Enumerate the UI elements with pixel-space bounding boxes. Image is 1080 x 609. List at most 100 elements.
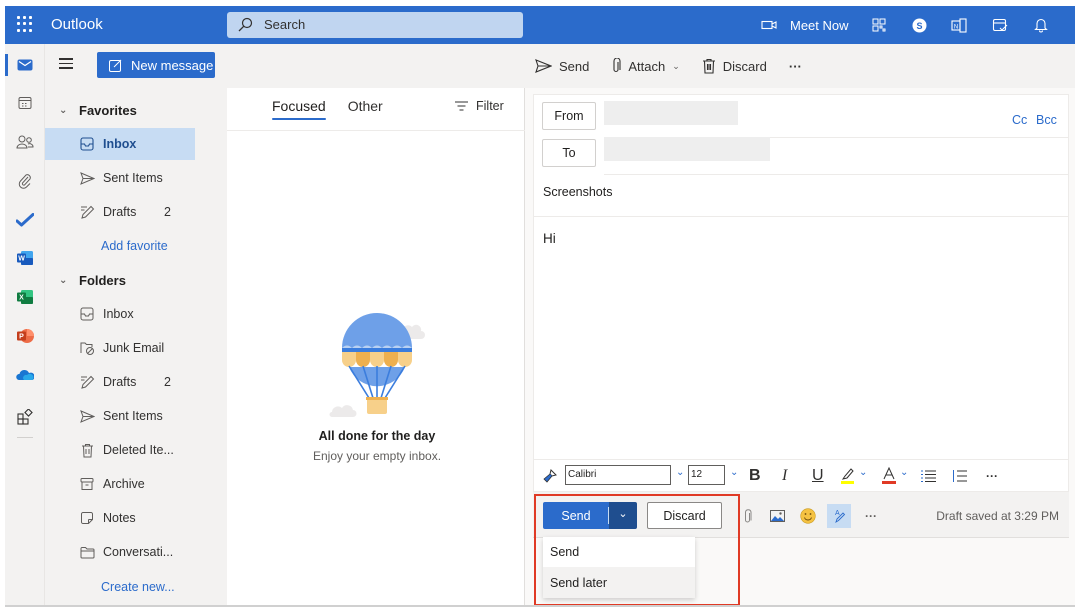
draft-status: Draft saved at 3:29 PM: [936, 509, 1059, 523]
folder-inbox[interactable]: Inbox: [45, 298, 195, 330]
from-field[interactable]: [604, 101, 738, 125]
folder-notes[interactable]: Notes: [45, 502, 195, 534]
waffle-icon[interactable]: [17, 16, 33, 32]
video-camera-icon[interactable]: [760, 16, 778, 34]
attach-file-icon[interactable]: [735, 504, 759, 528]
unread-count: 2: [164, 205, 171, 219]
add-favorite-link[interactable]: Add favorite: [101, 239, 168, 253]
empty-subtitle: Enjoy your empty inbox.: [312, 449, 442, 463]
drafts-pencil-icon: [79, 374, 95, 390]
folders-header[interactable]: ⌄ Folders: [59, 273, 126, 288]
mail-icon[interactable]: [14, 54, 36, 76]
skype-icon[interactable]: S: [910, 16, 928, 34]
menu-item-send[interactable]: Send: [543, 537, 695, 567]
send-toolbar-label: Send: [559, 58, 590, 74]
powerpoint-icon[interactable]: P: [14, 325, 36, 347]
send-options-dropdown[interactable]: ⌄: [609, 502, 637, 529]
todo-check-icon[interactable]: [14, 209, 36, 231]
people-icon[interactable]: [14, 131, 36, 153]
excel-icon[interactable]: X: [14, 286, 36, 308]
send-toolbar-button[interactable]: Send: [535, 59, 589, 74]
app-title[interactable]: Outlook: [51, 16, 103, 33]
folder-label: Inbox: [103, 307, 134, 321]
onenote-feed-icon[interactable]: N: [950, 16, 968, 34]
hamburger-menu-icon[interactable]: [59, 58, 73, 70]
calendar-icon[interactable]: [14, 92, 36, 114]
my-day-icon[interactable]: [991, 16, 1009, 34]
from-button[interactable]: From: [542, 102, 596, 130]
chevron-down-icon[interactable]: ⌄: [730, 467, 738, 478]
meet-now-button[interactable]: Meet Now: [790, 6, 849, 44]
discard-toolbar-button[interactable]: Discard: [702, 58, 767, 74]
folder-conversation-history[interactable]: Conversati...: [45, 536, 195, 568]
chevron-down-icon[interactable]: ⌄: [676, 467, 684, 478]
message-list: Focused Other Filter All done for the da…: [227, 88, 525, 605]
word-icon[interactable]: W: [14, 247, 36, 269]
folder-archive[interactable]: Archive: [45, 468, 195, 500]
favorite-sent-items[interactable]: Sent Items: [45, 162, 195, 194]
attachment-files-icon[interactable]: [14, 170, 36, 192]
paperclip-icon: [613, 58, 621, 73]
folder-label: Sent Items: [103, 171, 163, 185]
outlook-window: Outlook Search Meet Now S N W X P New me…: [5, 6, 1075, 607]
junk-icon: [79, 340, 95, 356]
message-body[interactable]: Hi: [543, 231, 556, 246]
more-send-options-button[interactable]: ···: [859, 504, 883, 528]
trash-icon: [702, 58, 715, 74]
folder-junk-email[interactable]: Junk Email: [45, 332, 195, 364]
chevron-down-icon[interactable]: ⌄: [900, 467, 908, 478]
font-name-select[interactable]: Calibri: [565, 465, 671, 485]
folder-drafts[interactable]: Drafts 2: [45, 366, 195, 398]
tab-focused[interactable]: Focused: [272, 98, 326, 120]
format-painter-icon[interactable]: [542, 466, 558, 486]
notes-icon: [79, 510, 95, 526]
numbering-icon[interactable]: [952, 466, 967, 486]
favorite-drafts[interactable]: Drafts 2: [45, 196, 195, 228]
onedrive-icon[interactable]: [14, 364, 36, 386]
qr-code-icon[interactable]: [870, 16, 888, 34]
discard-button[interactable]: Discard: [647, 502, 722, 529]
italic-button[interactable]: I: [782, 466, 787, 486]
app-rail: W X P: [5, 44, 45, 605]
filter-button[interactable]: Filter: [455, 99, 504, 113]
subject-field[interactable]: Screenshots: [543, 185, 612, 199]
underline-button[interactable]: U: [812, 466, 824, 486]
more-formatting-button[interactable]: ···: [986, 466, 998, 486]
chevron-down-icon[interactable]: ⌄: [859, 467, 867, 478]
folder-deleted-items[interactable]: Deleted Ite...: [45, 434, 195, 466]
more-options-button[interactable]: ···: [789, 59, 802, 74]
tab-other[interactable]: Other: [348, 98, 383, 120]
bold-button[interactable]: B: [749, 466, 761, 486]
search-input[interactable]: Search: [227, 12, 523, 38]
to-button[interactable]: To: [542, 139, 596, 167]
insert-picture-icon[interactable]: [765, 504, 789, 528]
svg-text:S: S: [916, 21, 922, 31]
emoji-icon[interactable]: [796, 504, 820, 528]
notification-bell-icon[interactable]: [1032, 16, 1050, 34]
new-message-button[interactable]: New message: [97, 52, 215, 78]
highlight-icon[interactable]: [840, 466, 856, 486]
hot-air-balloon-illustration: [329, 313, 425, 417]
bcc-button[interactable]: Bcc: [1036, 113, 1057, 127]
send-button[interactable]: Send: [543, 502, 609, 529]
send-options-menu: Send Send later: [543, 537, 695, 598]
favorites-header[interactable]: ⌄ Favorites: [59, 103, 137, 118]
favorite-inbox[interactable]: Inbox: [45, 128, 195, 160]
create-new-folder-link[interactable]: Create new...: [101, 580, 175, 594]
attach-toolbar-button[interactable]: Attach ⌄: [611, 58, 680, 74]
font-size-select[interactable]: 12: [688, 465, 725, 485]
folder-label: Junk Email: [103, 341, 165, 355]
font-color-icon[interactable]: [882, 466, 896, 486]
to-field[interactable]: [604, 137, 770, 161]
folder-label: Notes: [103, 511, 136, 525]
cc-button[interactable]: Cc: [1012, 113, 1027, 127]
folder-label: Sent Items: [103, 409, 163, 423]
folder-label: Conversati...: [103, 545, 174, 559]
bullets-icon[interactable]: [921, 466, 936, 486]
inbox-icon: [79, 136, 95, 152]
menu-item-send-later[interactable]: Send later: [543, 567, 695, 598]
editor-icon[interactable]: A: [827, 504, 851, 528]
discard-toolbar-label: Discard: [722, 58, 767, 74]
more-apps-icon[interactable]: [14, 406, 36, 428]
folder-sent-items[interactable]: Sent Items: [45, 400, 195, 432]
